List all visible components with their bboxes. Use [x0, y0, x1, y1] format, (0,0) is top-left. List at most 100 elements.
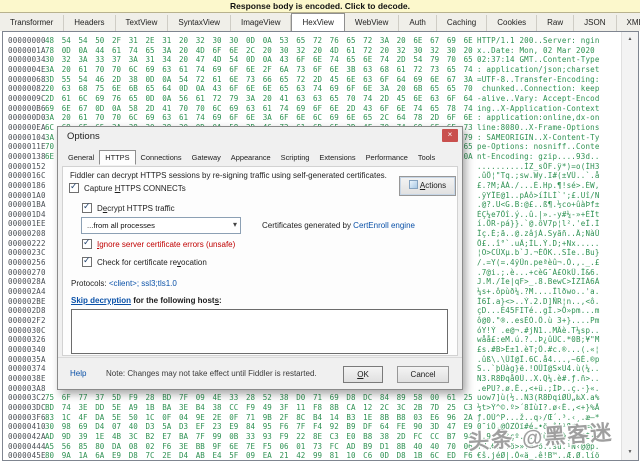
options-tab-gateway[interactable]: Gateway [187, 150, 226, 164]
hex-row: 000000B669 6E 67 0D 0A 58 2D 41 70 70 6C… [3, 104, 620, 114]
hex-bytes: 2D 61 6C 69 76 65 0D 0A 56 61 72 79 3A 2… [45, 94, 477, 104]
tab-hexview[interactable]: HexView [291, 13, 344, 31]
tab-webview[interactable]: WebView [345, 15, 400, 31]
hex-offset: 00000270 [3, 268, 45, 278]
hex-ascii: çD...È45FITé..gÎ.>Ô»pm...m [477, 306, 602, 316]
hex-bytes: 3D 55 54 46 2D 38 0D 0A 54 72 61 6E 73 6… [45, 75, 477, 85]
options-tab-scripting[interactable]: Scripting [276, 150, 315, 164]
tab-imageview[interactable]: ImageView [231, 15, 291, 31]
tab-caching[interactable]: Caching [437, 15, 487, 31]
tab-json[interactable]: JSON [574, 15, 616, 31]
hex-bytes: 20 63 68 75 6E 6B 65 64 0D 0A 43 6F 6E 6… [45, 84, 477, 94]
options-tab-extensions[interactable]: Extensions [314, 150, 360, 164]
hex-ascii: ..9.K<²çº.™.3“ù"ŽÃà¸8-üÌ·” [477, 432, 602, 442]
hex-offset: 000001EE [3, 219, 45, 229]
hex-ascii: Îç.È;ã..@.zâjÀ.Syãñ..Â;NàÛ [477, 229, 602, 239]
options-tab-tools[interactable]: Tools [413, 150, 440, 164]
hex-row: 0000041030 98 69 D4 07 40 D3 5A D3 EF 23… [3, 422, 620, 432]
help-link[interactable]: Help [70, 369, 86, 378]
hex-offset: 0000011E [3, 142, 45, 152]
hex-offset: 0000030C [3, 326, 45, 336]
hex-offset: 000000EA [3, 123, 45, 133]
hex-offset: 000003A8 [3, 384, 45, 394]
hex-ascii: nt-Encoding: gzip....93d.. [477, 152, 602, 162]
hex-ascii: ¦O>CÜXµ.b`J.¬ÈÕK..SÍe..Bu} [477, 248, 602, 258]
hex-offset: 000002BE [3, 297, 45, 307]
restart-note: Note: Changes may not take effect until … [106, 369, 317, 378]
hex-offset: 00000152 [3, 162, 45, 172]
hex-offset: 00000222 [3, 239, 45, 249]
decrypt-https-checkbox[interactable]: ✓ Decrypt HTTPS traffic [82, 203, 175, 213]
protocols-value[interactable]: <client>; ssl3;tls1.0 [109, 279, 177, 288]
certificates-text: Certificates generated by CertEnroll eng… [262, 221, 415, 230]
hex-ascii: x..Date: Mon, 02 Mar 2020 [477, 46, 602, 56]
hex-ascii: J.M./Íe|qF>_.8.BewC>ÍZÍÀ6À [477, 277, 602, 287]
hex-offset: 0000045E [3, 451, 45, 461]
process-filter-select[interactable]: ...from all processes ▾ [81, 217, 241, 234]
hex-bytes: 78 0D 0A 44 61 74 65 3A 20 4D 6F 6E 2C 2… [45, 46, 477, 56]
hex-offset: 0000028A [3, 277, 45, 287]
checkbox-checked-icon: ✓ [82, 203, 92, 213]
hex-bytes: A5 56 85 80 DA 08 02 F6 3E BB 9F 6E 7E F… [45, 442, 477, 452]
ok-button[interactable]: OK [343, 366, 383, 383]
tab-raw[interactable]: Raw [537, 15, 574, 31]
certificate-icon [409, 180, 418, 189]
tab-headers[interactable]: Headers [64, 15, 115, 31]
capture-https-checkbox[interactable]: ✓ Capture HTTPS CONNECTs [69, 183, 186, 193]
hex-ascii: í.ÕR-pá}}.`@.ôV7p¦l².'eÎ.Í [477, 219, 602, 229]
options-tab-https[interactable]: HTTPS [99, 150, 135, 165]
options-tab-performance[interactable]: Performance [361, 150, 413, 164]
actions-button[interactable]: Actions [399, 176, 456, 196]
hex-offset: 0000023C [3, 248, 45, 258]
hex-offset: 000001BA [3, 200, 45, 210]
tab-syntaxview[interactable]: SyntaxView [168, 15, 231, 31]
options-tab-appearance[interactable]: Appearance [226, 150, 276, 164]
hex-ascii: ƒ.OÚ^P...ž..q›/Œ´.³.‹¸.æ–* [477, 413, 602, 423]
skip-hosts-input[interactable] [71, 309, 448, 354]
chevron-down-icon: ▾ [233, 220, 237, 229]
tab-textview[interactable]: TextView [116, 15, 169, 31]
hex-row: 0000009C2D 61 6C 69 76 65 0D 0A 56 61 72… [3, 94, 620, 104]
tab-auth[interactable]: Auth [399, 15, 436, 31]
tab-cookies[interactable]: Cookies [487, 15, 537, 31]
hex-ascii: pe-Options: nosniff..Conte [477, 142, 602, 152]
hex-bytes: 30 32 3A 33 37 3A 31 34 20 47 4D 54 0D 0… [45, 55, 477, 65]
hex-ascii: €š.jéØ|.Ô«ä_.ê!B™..Æ.Ø.líö [477, 451, 602, 461]
hex-offset: 000000D0 [3, 113, 45, 123]
hex-ascii: chunked..Connection: keep [477, 84, 602, 94]
hex-ascii: óY!Ý .e@¬.#jN1..MÂè.T¼sp.. [477, 326, 602, 336]
hex-ascii: wåå£:eM.ú.?..Þ¿ûÜC.*0B;¥"M [477, 335, 602, 345]
hex-bytes: 80 9A 1A 6A E9 D8 7C 2E D4 AB E4 5F 09 E… [45, 451, 477, 461]
hex-offset: 000003C2 [3, 393, 45, 403]
close-icon[interactable]: × [442, 129, 458, 142]
check-revocation-checkbox[interactable]: ✓ Check for certificate revocation [82, 257, 207, 267]
vertical-scrollbar[interactable]: ▲ ▼ [621, 32, 638, 460]
hex-ascii: uow7]ù(½..N3(R8ÐqiØÜ„‰X.a% [477, 393, 602, 403]
hex-row: 0000004E3A 20 61 70 70 6C 69 63 61 74 69… [3, 65, 620, 75]
hex-offset: 00000138 [3, 152, 45, 162]
hex-offset: 000002F2 [3, 316, 45, 326]
hex-offset: 000000B6 [3, 104, 45, 114]
ignore-cert-errors-checkbox[interactable]: ✓ Ignore server certificate errors (unsa… [82, 239, 235, 249]
scroll-down-icon[interactable]: ▼ [622, 445, 638, 460]
skip-decryption-rest: for the following hosts: [131, 296, 222, 305]
tab-transformer[interactable]: Transformer [0, 15, 64, 31]
hex-row: 000003C275 6F 77 37 5D F9 28 BD 7F 09 4E… [3, 393, 620, 403]
check-icon: ✓ [70, 181, 78, 192]
hex-row: 000000D03A 20 61 70 70 6C 69 63 61 74 69… [3, 113, 620, 123]
cancel-button[interactable]: Cancel [397, 366, 449, 383]
hex-offset: 000003DC [3, 403, 45, 413]
scroll-up-icon[interactable]: ▲ [622, 32, 638, 47]
tab-xml[interactable]: XML [617, 15, 640, 31]
hex-ascii: N3.R8Ðqå0Ü..X.Q¼.è#.ƒ.ñ>.. [477, 374, 602, 384]
skip-decryption-link[interactable]: Skip decryption [71, 296, 131, 305]
options-tab-general[interactable]: General [63, 150, 99, 164]
hex-ascii: .7@i.;.è...+cèG¯À£OkÛ.Ï&6. [477, 268, 602, 278]
process-filter-value: ...from all processes [87, 221, 155, 230]
certenroll-link[interactable]: CertEnroll engine [353, 221, 415, 230]
options-tab-connections[interactable]: Connections [136, 150, 187, 164]
hex-ascii: ing..X-Application-Context [477, 104, 602, 114]
decrypt-https-label: Decrypt HTTPS traffic [97, 204, 175, 213]
hex-offset: 000003F6 [3, 413, 45, 423]
decode-banner[interactable]: Response body is encoded. Click to decod… [0, 0, 640, 13]
